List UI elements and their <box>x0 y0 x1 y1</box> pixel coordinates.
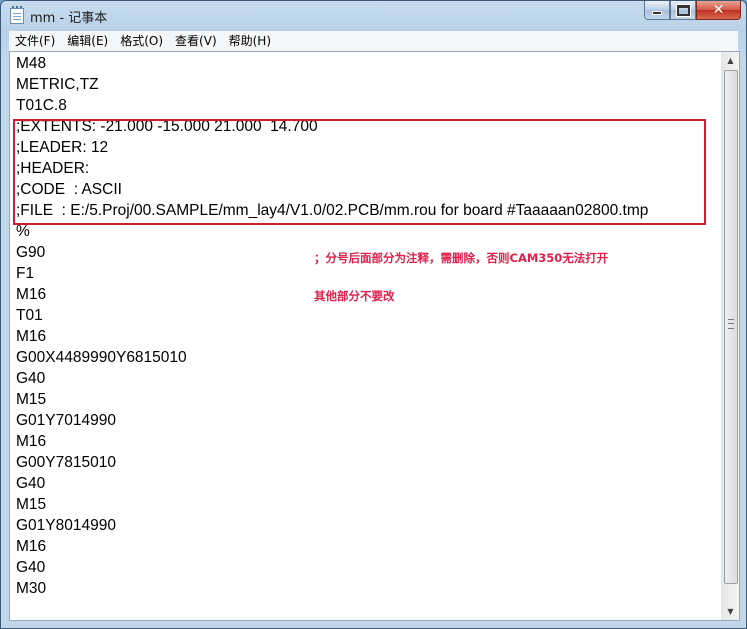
comment-highlight-box <box>13 119 706 225</box>
title-bar[interactable]: mm - 记事本 ✕ <box>1 1 746 31</box>
menu-edit[interactable]: 编辑(E) <box>61 31 114 51</box>
scroll-thumb[interactable] <box>724 70 738 584</box>
text-line[interactable]: G40 <box>16 473 45 494</box>
text-line[interactable]: G40 <box>16 368 45 389</box>
notepad-window: mm - 记事本 ✕ 文件(F) 编辑(E) 格式(O) 查看(V) 帮助(H)… <box>0 0 747 629</box>
menu-format[interactable]: 格式(O) <box>114 31 169 51</box>
menu-bar: 文件(F) 编辑(E) 格式(O) 查看(V) 帮助(H) <box>9 31 738 52</box>
text-line[interactable]: T01 <box>16 305 43 326</box>
menu-help[interactable]: 帮助(H) <box>223 31 277 51</box>
editor-area[interactable]: M48 METRIC,TZ T01C.8 ;EXTENTS: -21.000 -… <box>9 51 740 621</box>
text-editor[interactable]: M48 METRIC,TZ T01C.8 ;EXTENTS: -21.000 -… <box>10 52 722 620</box>
maximize-icon <box>675 3 691 17</box>
text-line[interactable]: M16 <box>16 326 46 347</box>
text-line[interactable]: G40 <box>16 557 45 578</box>
grip-icon <box>728 319 734 329</box>
maximize-button[interactable] <box>670 1 696 20</box>
minimize-button[interactable] <box>644 1 670 20</box>
text-line[interactable]: G01Y7014990 <box>16 410 116 431</box>
text-line[interactable]: M16 <box>16 431 46 452</box>
annotation-note-comments: ；分号后面部分为注释，需删除，否则CAM350无法打开 <box>314 251 609 265</box>
text-line[interactable]: T01C.8 <box>16 95 67 116</box>
menu-file[interactable]: 文件(F) <box>9 31 61 51</box>
text-line[interactable]: M48 <box>16 53 46 74</box>
text-line[interactable]: METRIC,TZ <box>16 74 99 95</box>
text-line[interactable]: G01Y8014990 <box>16 515 116 536</box>
text-line[interactable]: G00Y7815010 <box>16 452 116 473</box>
text-line[interactable]: G00X4489990Y6815010 <box>16 347 187 368</box>
scroll-down-button[interactable]: ▼ <box>722 603 739 620</box>
text-line[interactable]: F1 <box>16 263 34 284</box>
text-line[interactable]: M30 <box>16 578 46 599</box>
menu-view[interactable]: 查看(V) <box>169 31 223 51</box>
text-line[interactable]: M16 <box>16 536 46 557</box>
close-icon: ✕ <box>712 2 725 18</box>
text-line[interactable]: M15 <box>16 494 46 515</box>
text-line[interactable]: G90 <box>16 242 45 263</box>
caption-buttons: ✕ <box>644 1 741 21</box>
close-button[interactable]: ✕ <box>696 1 741 20</box>
window-title: mm - 记事本 <box>30 11 108 26</box>
vertical-scrollbar[interactable]: ▲ ▼ <box>721 52 739 620</box>
scroll-up-button[interactable]: ▲ <box>722 52 739 69</box>
text-line[interactable]: M15 <box>16 389 46 410</box>
annotation-note-keep: 其他部分不要改 <box>314 289 395 303</box>
arrow-up-icon: ▲ <box>727 56 734 65</box>
minimize-icon <box>652 10 662 15</box>
text-line[interactable]: M16 <box>16 284 46 305</box>
notepad-icon[interactable] <box>10 6 24 24</box>
arrow-down-icon: ▼ <box>727 607 734 616</box>
